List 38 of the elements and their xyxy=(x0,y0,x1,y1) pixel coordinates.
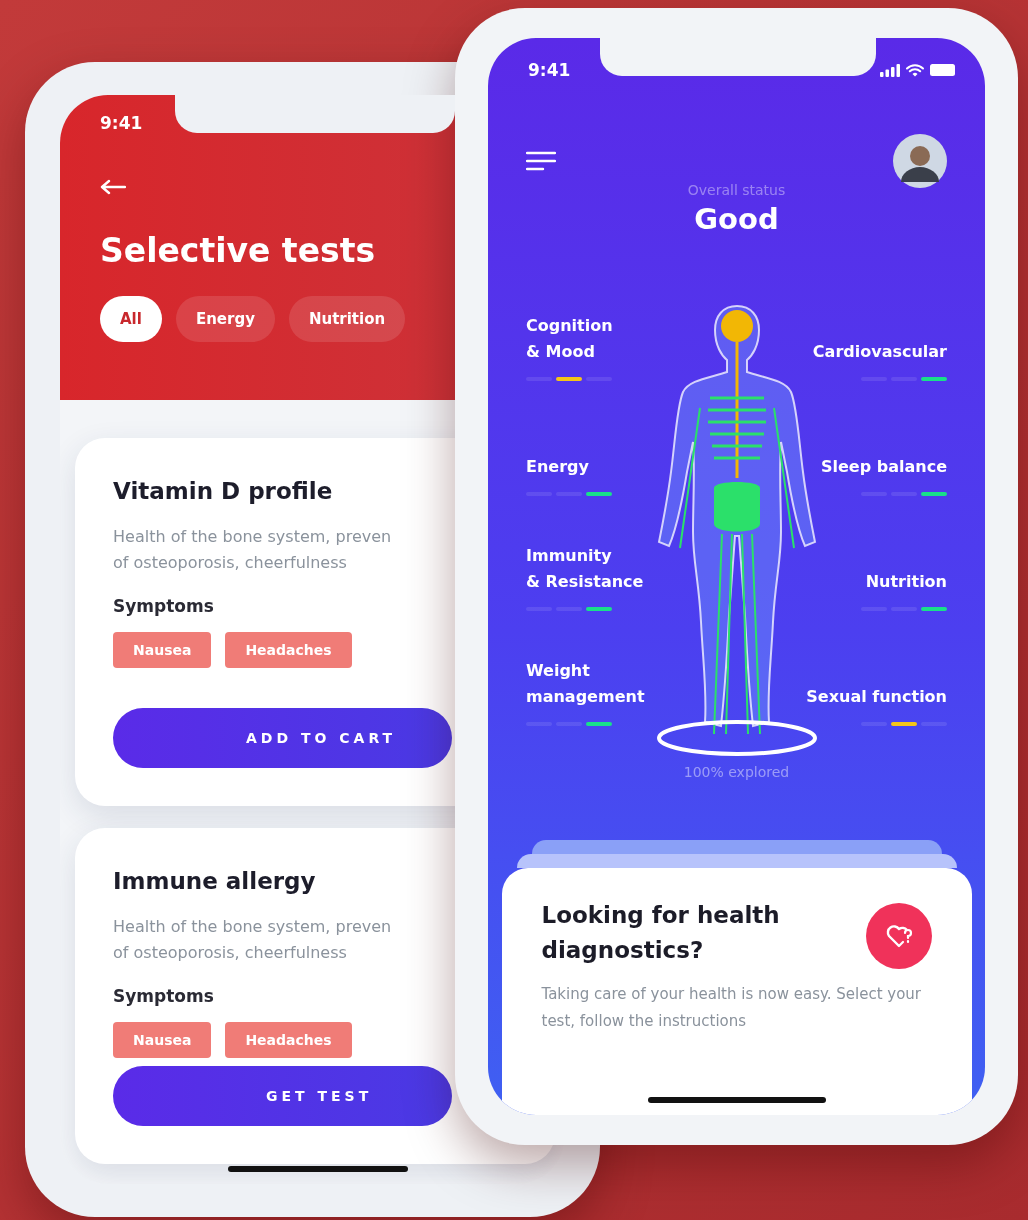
status-label: Overall status xyxy=(686,182,787,198)
filter-chip[interactable]: All xyxy=(100,296,162,342)
test-description: Health of the bone system, preven of osteoporosis, cheerfulness xyxy=(113,916,393,964)
metric-label: Cardiovascular xyxy=(812,341,947,363)
test-title: Immune allergy xyxy=(113,868,317,894)
avatar-icon[interactable] xyxy=(893,134,947,188)
status-time: 9:41 xyxy=(528,60,571,80)
symptom-tag: Headaches xyxy=(225,632,352,668)
symptoms-label: Symptoms xyxy=(113,596,215,616)
filter-chip[interactable]: Energy xyxy=(175,296,275,342)
metric-label: Nutrition xyxy=(865,571,947,593)
explored-label: 100% explored xyxy=(682,764,791,780)
symptom-tag: Headaches xyxy=(225,1022,352,1058)
symptom-tag: Nausea xyxy=(113,1022,212,1058)
metric-label: Weight management xyxy=(526,660,645,708)
heart-question-icon[interactable] xyxy=(865,903,932,969)
action-button[interactable]: ADD TO CART xyxy=(113,708,452,768)
metric-label: Energy xyxy=(526,456,589,478)
status-value: Good xyxy=(693,202,780,236)
metric-label: Sleep balance xyxy=(821,456,947,478)
back-arrow-icon[interactable] xyxy=(100,179,126,195)
symptom-tag: Nausea xyxy=(113,632,212,668)
filter-chip[interactable]: Nutrition xyxy=(288,296,406,342)
metric-label: Cognition & Mood xyxy=(526,315,613,363)
menu-icon[interactable] xyxy=(526,151,556,171)
test-title: Vitamin D profile xyxy=(113,478,334,504)
metric-label: Sexual function xyxy=(806,686,947,708)
status-time: 9:41 xyxy=(100,113,143,133)
promo-title: Looking for health diagnostics? xyxy=(541,901,781,965)
metric-label: Immunity & Resistance xyxy=(526,545,644,593)
test-description: Health of the bone system, preven of osteoporosis, cheerfulness xyxy=(113,526,393,574)
page-title: Selective tests xyxy=(100,231,377,270)
battery-icon xyxy=(930,64,955,76)
wifi-icon xyxy=(906,63,924,77)
signal-icon xyxy=(880,63,900,77)
action-button[interactable]: GET TEST xyxy=(113,1066,452,1126)
symptoms-label: Symptoms xyxy=(113,986,215,1006)
promo-text: Taking care of your health is now easy. Select your test, follow the instructions xyxy=(541,984,923,1032)
